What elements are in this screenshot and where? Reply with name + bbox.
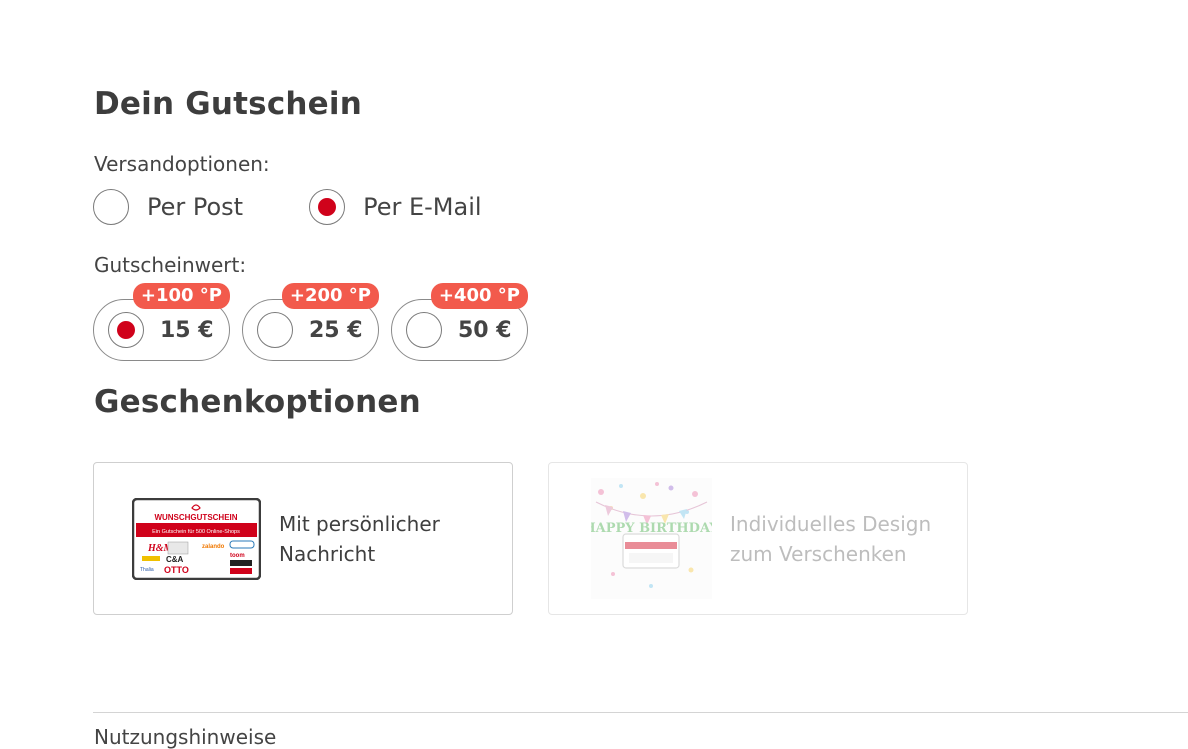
gift-option-personal-message[interactable]: WUNSCHGUTSCHEIN Ein Gutschein für 500 On…	[93, 462, 513, 615]
gift-option-individual-design: HAPPY BIRTHDAY Individuelles Design zum …	[548, 462, 968, 615]
gift-card-tagline: Ein Gutschein für 500 Online-Shops	[152, 529, 240, 535]
gift-card-logo: OTTO	[164, 565, 189, 575]
bonus-points-badge: +200 °P	[281, 283, 379, 309]
radio-selected-dot	[117, 321, 135, 339]
gift-option-label: Mit persönlicher Nachricht	[279, 509, 440, 569]
gift-card-logo: Thalia	[140, 567, 154, 573]
gift-card-logo: zalando	[202, 544, 225, 550]
bonus-points-badge: +400 °P	[430, 283, 528, 309]
shipping-option-label: Per E-Mail	[363, 193, 482, 221]
radio-post[interactable]	[93, 189, 129, 225]
gift-option-label-line: Individuelles Design	[730, 511, 932, 536]
gift-card-logo: toom	[230, 553, 245, 559]
shipping-option-email[interactable]: Per E-Mail	[309, 189, 482, 225]
gift-option-label-line: zum Verschenken	[730, 541, 907, 566]
gift-option-label: Individuelles Design zum Verschenken	[730, 509, 931, 569]
page-title: Dein Gutschein	[94, 86, 362, 122]
divider	[93, 712, 1188, 713]
radio-value-25[interactable]	[257, 312, 293, 348]
radio-email[interactable]	[309, 189, 346, 225]
radio-selected-dot	[318, 198, 337, 216]
value-amount: 25 €	[309, 317, 363, 343]
value-label: Gutscheinwert:	[94, 253, 247, 277]
shipping-options: Per Post Per E-Mail	[93, 189, 482, 225]
gift-card-logo: C&A	[166, 555, 184, 564]
birthday-design-image: HAPPY BIRTHDAY	[591, 478, 712, 599]
shipping-option-post[interactable]: Per Post	[93, 189, 243, 225]
gift-card-brand: WUNSCHGUTSCHEIN	[154, 513, 237, 522]
value-amount: 50 €	[458, 317, 512, 343]
bonus-points-badge: +100 °P	[132, 283, 230, 309]
value-option-25[interactable]: 25 € +200 °P	[242, 283, 379, 361]
radio-value-15[interactable]	[108, 312, 144, 348]
shipping-label: Versandoptionen:	[94, 152, 270, 176]
radio-value-50[interactable]	[406, 312, 442, 348]
value-option-50[interactable]: 50 € +400 °P	[391, 283, 528, 361]
usage-notes-link[interactable]: Nutzungshinweise	[94, 725, 276, 749]
value-option-15[interactable]: 15 € +100 °P	[93, 283, 230, 361]
gift-card-image: WUNSCHGUTSCHEIN Ein Gutschein für 500 On…	[132, 497, 261, 580]
gift-option-label-line: Nachricht	[279, 541, 376, 566]
gift-option-label-line: Mit persönlicher	[279, 511, 440, 536]
shipping-option-label: Per Post	[147, 193, 244, 221]
value-amount: 15 €	[160, 317, 214, 343]
gift-options-title: Geschenkoptionen	[94, 384, 421, 420]
